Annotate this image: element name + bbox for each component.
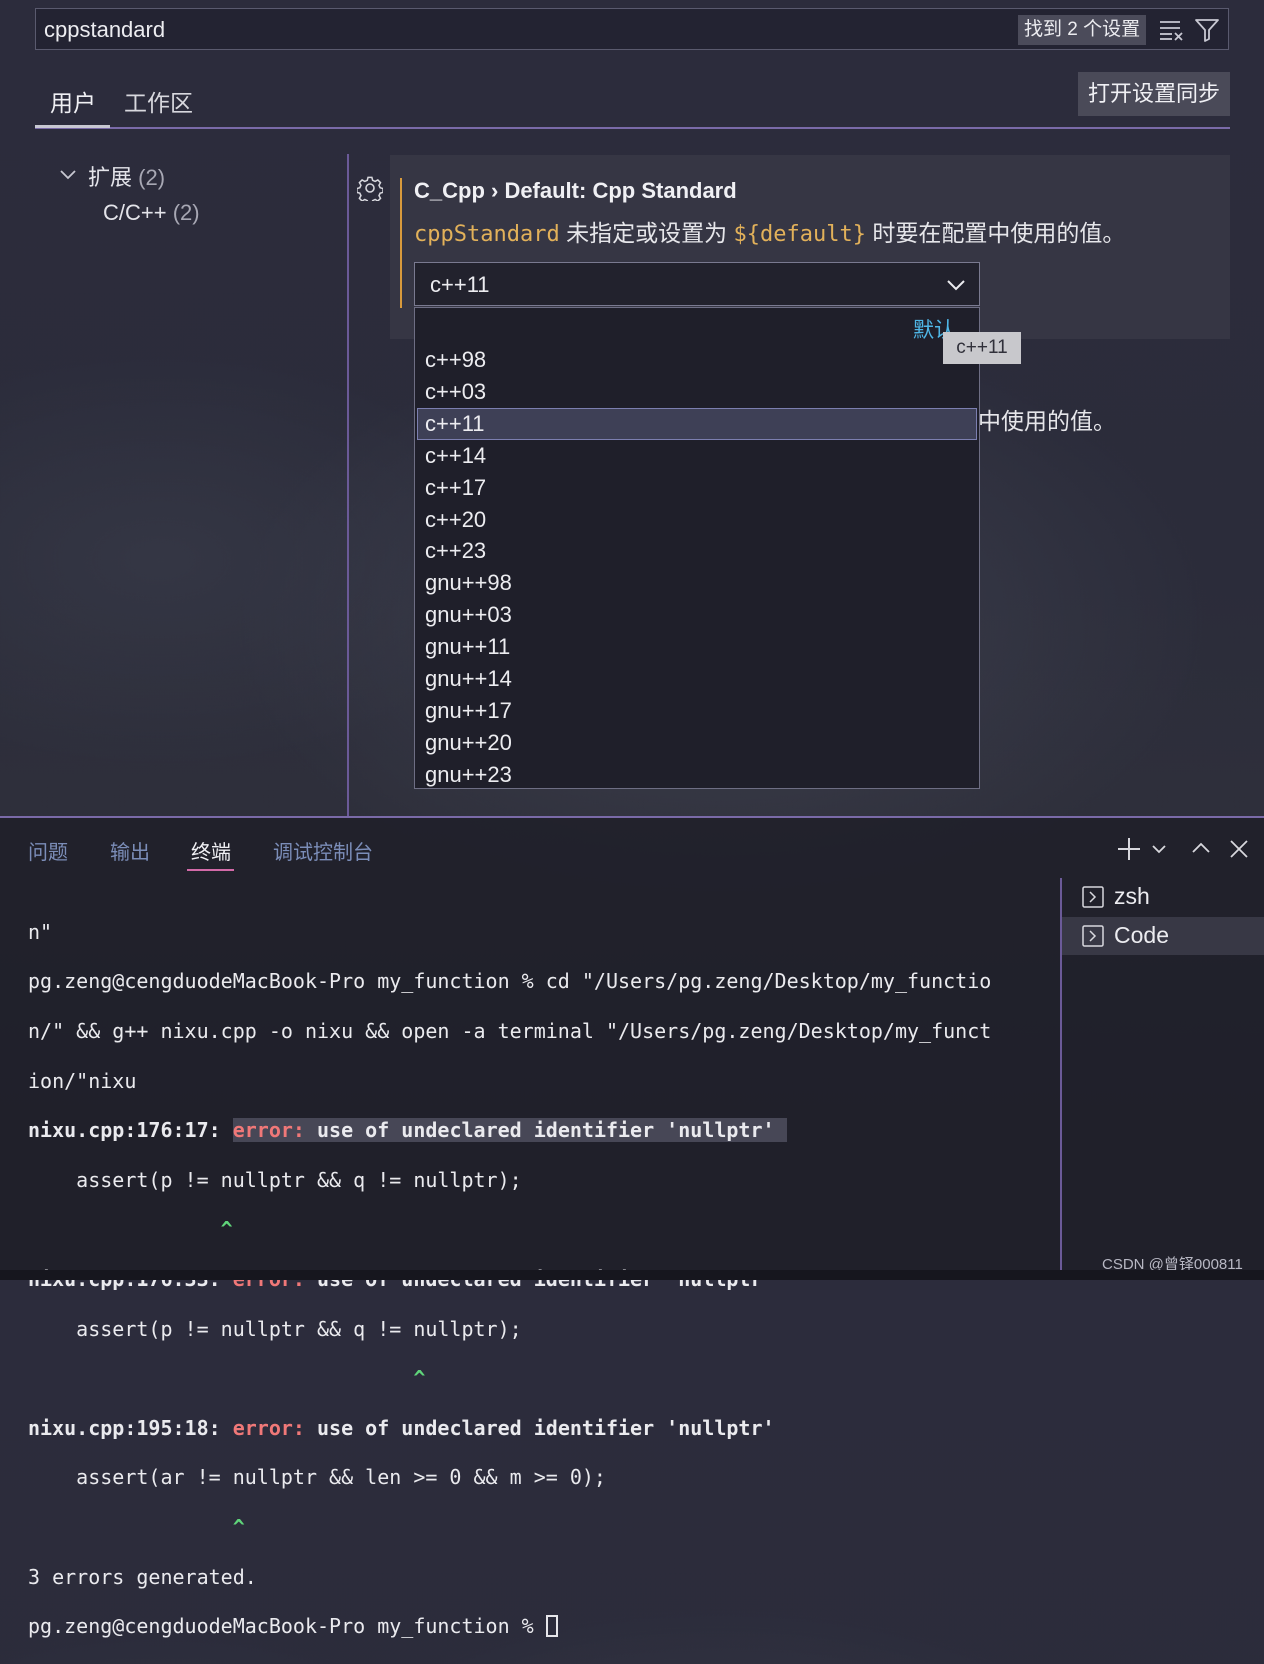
error-location: nixu.cpp:195:18: [28,1415,233,1440]
search-box[interactable]: 找到 2 个设置 [35,8,1229,50]
plus-icon[interactable] [1116,836,1142,862]
select-value: c++11 [430,272,490,297]
error-tag: error: [232,1415,305,1440]
dropdown-list[interactable]: 默认 c++98 c++03 c++11 c++14 c++17 c++20 c++23 gn… [414,307,980,789]
tab-terminal[interactable]: 终端 [191,836,231,865]
dropdown-option[interactable]: gnu++98 [418,568,976,598]
terminal-instance-zsh[interactable]: zsh [1062,878,1264,916]
setting-desc-code: ${default} [733,222,866,247]
dropdown-option[interactable]: c++11 [417,407,977,440]
terminal-cursor [545,1615,558,1638]
terminal-caret-line: ^ [28,1366,426,1391]
dropdown-option[interactable]: c++03 [418,377,976,407]
tree-item-extensions[interactable]: 扩展 (2) [88,160,165,192]
terminal-line: pg.zeng@cengduodeMacBook-Pro my_function… [28,969,992,994]
tabs-divider [35,127,1230,129]
dropdown-option[interactable]: c++14 [418,441,976,471]
option-tooltip: c++11 [943,332,1021,364]
terminal-icon [1082,886,1104,908]
chevron-down-icon[interactable] [58,164,78,184]
second-setting-description: 中使用的值。 [978,408,1116,434]
error-message: use of undeclared identifier 'nullptr' [304,1415,775,1440]
tree-item-count: (2) [172,200,200,225]
setting-modified-indicator [400,178,402,308]
setting-desc-text: 时要在配置中使用的值。 [865,220,1126,246]
tab-problems[interactable]: 问题 [28,836,68,865]
terminal-code-line: assert(p != nullptr && q != nullptr); [28,1316,522,1341]
dropdown-option[interactable]: c++23 [418,536,976,566]
dropdown-option[interactable]: c++17 [418,473,976,503]
terminal-caret-line: ^ [28,1514,245,1539]
terminal-caret-line: ^ [28,1217,233,1242]
tab-workspace[interactable]: 工作区 [124,84,193,118]
terminal-icon [1082,925,1104,947]
setting-desc-text: 未指定或设置为 [559,220,734,246]
dropdown-option[interactable]: gnu++11 [418,632,976,662]
tree-item-label: 扩展 [88,165,133,190]
terminal-line: n" [28,919,53,944]
active-tab-indicator [35,125,110,128]
tab-debug-console[interactable]: 调试控制台 [273,836,373,865]
error-message: use of undeclared identifier 'nullptr' [304,1118,775,1143]
chevron-down-icon[interactable] [945,275,967,295]
dropdown-option[interactable]: c++20 [418,505,976,535]
setting-description: cppStandard 未指定或设置为 ${default} 时要在配置中使用的… [414,214,1125,248]
tab-user[interactable]: 用户 [50,84,96,118]
dropdown-option[interactable]: gnu++20 [418,728,976,758]
tree-item-label: C/C++ [103,200,167,225]
dropdown-option[interactable]: gnu++17 [418,696,976,726]
terminal-error-line: nixu.cpp:195:18: error: use of undeclare… [28,1416,1058,1441]
clear-filter-icon[interactable] [1158,18,1184,42]
setting-category: C_Cpp › Default: [414,178,593,203]
terminal-code-line: assert(ar != nullptr && len >= 0 && m >=… [28,1465,606,1490]
tree-item-cpp[interactable]: C/C++ (2) [103,200,200,226]
terminal-prompt-line: pg.zeng@cengduodeMacBook-Pro my_function… [28,1614,1058,1639]
error-highlight: error: use of undeclared identifier 'nul… [232,1118,787,1143]
setting-title: C_Cpp › Default: Cpp Standard [414,178,737,204]
setting-name: Cpp Standard [592,178,737,203]
dropdown-option[interactable]: gnu++03 [418,600,976,630]
status-bar [0,1270,1264,1280]
dropdown-option[interactable]: c++98 [418,345,976,375]
terminal-summary-line: 3 errors generated. [28,1564,257,1589]
active-tab-indicator [187,869,234,871]
terminal-instance-label: zsh [1114,883,1150,909]
panel-border[interactable] [0,816,1264,818]
chevron-down-icon[interactable] [1150,841,1168,857]
terminal-line: n/" && g++ nixu.cpp -o nixu && open -a t… [28,1018,992,1043]
cpp-standard-select[interactable]: c++11 [414,262,980,306]
setting-desc-code: cppStandard [414,222,560,247]
dropdown-option[interactable]: gnu++14 [418,664,976,694]
terminal-code-line: assert(p != nullptr && q != nullptr); [28,1167,522,1192]
terminal-prompt: pg.zeng@cengduodeMacBook-Pro my_function… [28,1614,546,1639]
error-tag: error: [232,1118,305,1143]
search-input[interactable] [44,16,944,44]
sash-divider[interactable] [347,154,349,816]
gear-icon[interactable] [357,175,383,201]
settings-sync-button[interactable]: 打开设置同步 [1078,72,1230,116]
filter-icon[interactable] [1194,17,1220,43]
result-count-badge: 找到 2 个设置 [1018,15,1147,45]
tab-output[interactable]: 输出 [110,836,150,865]
dropdown-option[interactable]: gnu++23 [418,760,976,790]
terminal-instance-code[interactable]: Code [1062,917,1264,955]
close-icon[interactable] [1228,838,1250,860]
terminal-error-line: nixu.cpp:176:17: error: use of undeclare… [28,1118,1058,1143]
error-location: nixu.cpp:176:17: [28,1118,233,1143]
terminal-line: ion/"nixu [28,1068,137,1093]
chevron-up-icon[interactable] [1190,838,1212,858]
tree-item-count: (2) [138,165,166,190]
terminal-instance-label: Code [1114,922,1169,948]
